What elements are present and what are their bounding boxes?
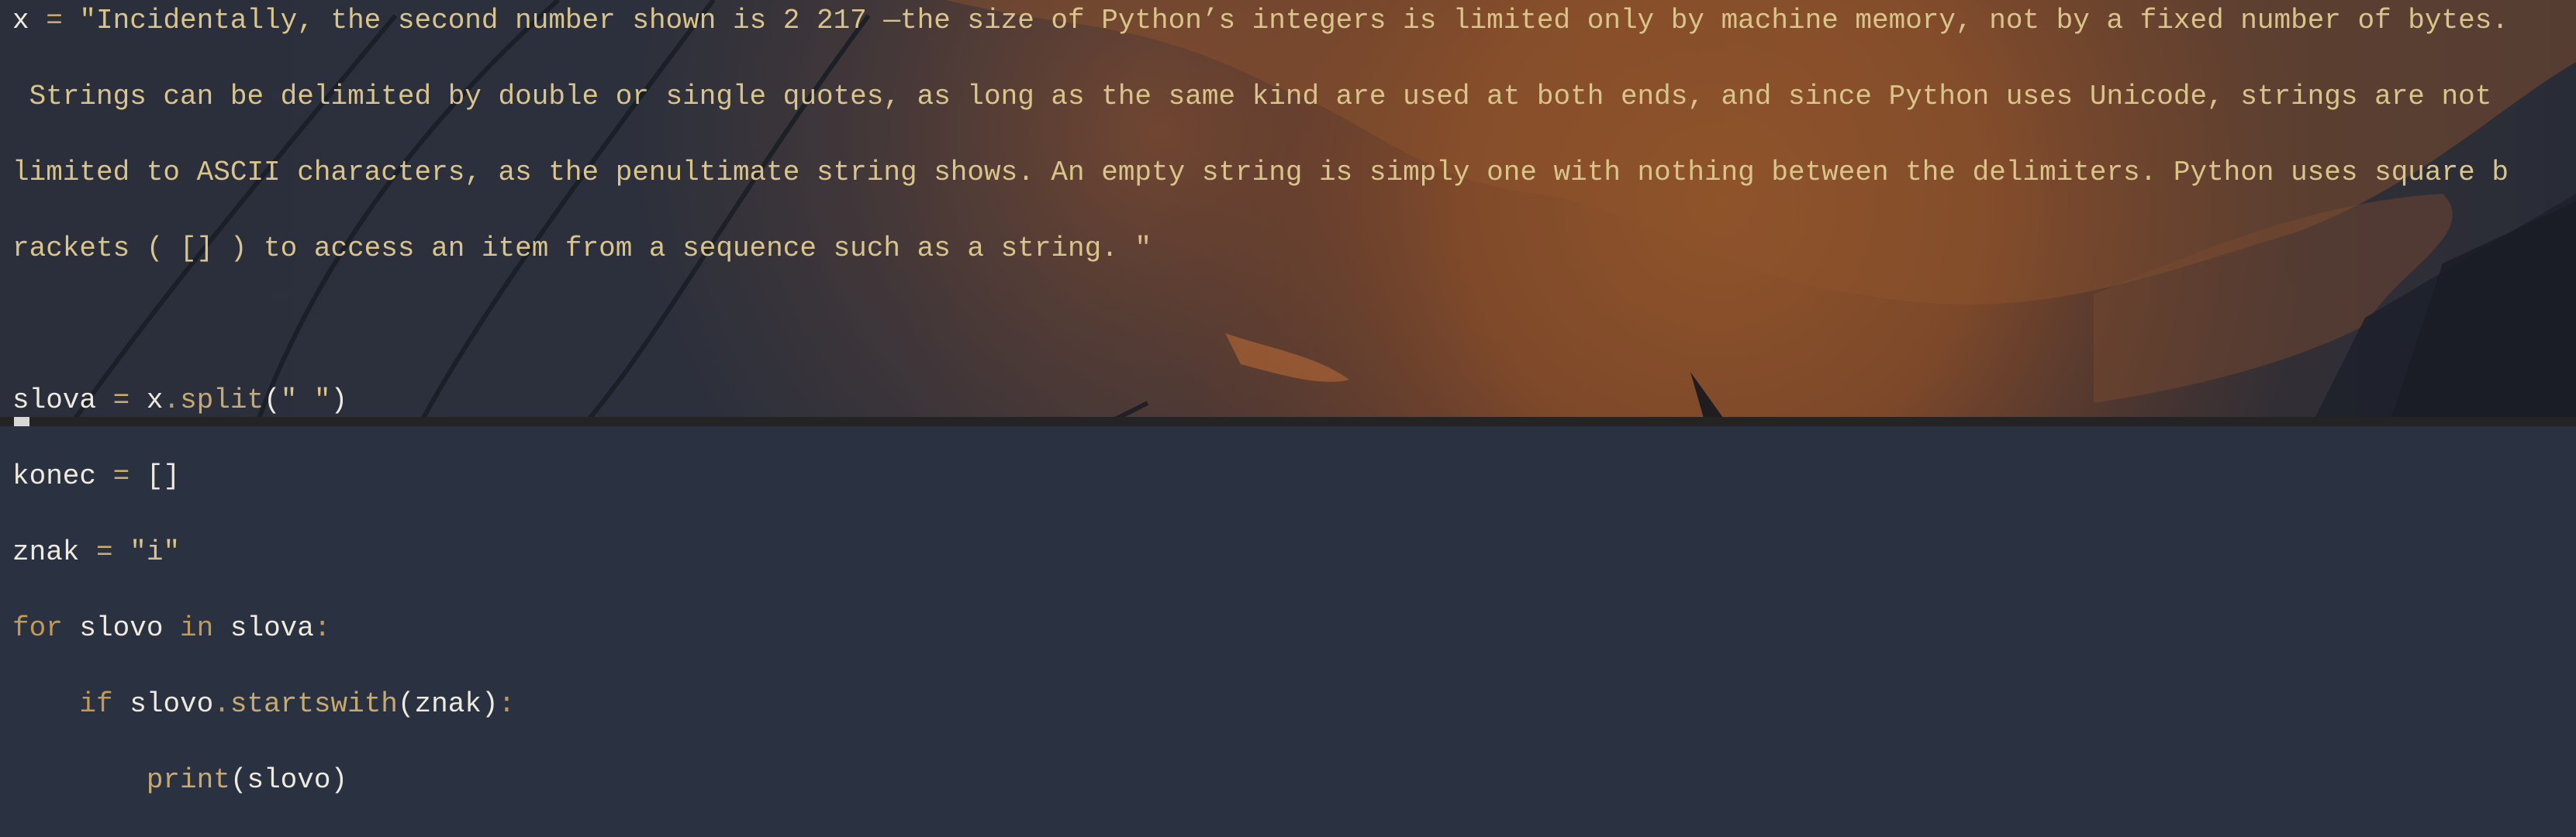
code-line-4: rackets ( [] ) to access an item from a … <box>12 232 1152 264</box>
code-line-11: print(slovo) <box>12 761 2564 799</box>
token-method: startswith <box>230 688 398 720</box>
token-var: slova <box>12 384 97 416</box>
token-operator: = <box>79 536 130 568</box>
token-keyword-for: for <box>12 612 63 644</box>
code-line-7: konec = [] <box>12 457 2564 495</box>
token-colon: : <box>498 688 516 720</box>
token-keyword-if: if <box>79 688 113 720</box>
code-line-2: Strings can be delimited by double or si… <box>12 81 2492 112</box>
token-value: [] <box>146 460 181 492</box>
token-dot: . <box>213 688 230 720</box>
code-line-9: for slovo in slova: <box>12 609 2564 647</box>
token-var: konec <box>12 460 97 492</box>
token-dot: . <box>163 384 181 416</box>
code-line-8: znak = "i" <box>12 533 2564 571</box>
status-bar <box>0 417 2576 426</box>
code-line-1: x = "Incidentally, the second number sho… <box>12 2 2564 40</box>
token-var: znak <box>12 536 80 568</box>
token-colon: : <box>313 612 331 644</box>
token-paren-open: ( <box>264 384 281 416</box>
token-arg: slovo <box>247 764 331 796</box>
code-line-10: if slovo.startswith(znak): <box>12 685 2564 723</box>
token-var: slova <box>213 612 314 644</box>
code-line-6: slova = x.split(" ") <box>12 381 2564 419</box>
token-paren-close: ) <box>330 764 348 796</box>
token-string: "i" <box>129 536 181 568</box>
token-var: slovo <box>62 612 181 644</box>
token-operator: = <box>29 5 80 36</box>
token-paren-close: ) <box>481 688 499 720</box>
code-line-3: limited to ASCII characters, as the penu… <box>12 157 2509 188</box>
token-string: " " <box>280 384 331 416</box>
token-object: slovo <box>112 688 214 720</box>
token-var: x <box>12 5 29 36</box>
token-keyword-in: in <box>180 612 214 644</box>
token-function: print <box>146 764 230 796</box>
token-string: "Incidentally, the second number shown i… <box>79 5 2509 36</box>
token-paren-close: ) <box>330 384 348 416</box>
token-operator: = <box>96 384 147 416</box>
token-paren-open: ( <box>230 764 247 796</box>
token-arg: znak <box>414 688 482 720</box>
token-operator: = <box>96 460 147 492</box>
token-paren-open: ( <box>397 688 415 720</box>
token-object: x <box>146 384 164 416</box>
token-method: split <box>180 384 264 416</box>
text-cursor <box>14 417 29 426</box>
